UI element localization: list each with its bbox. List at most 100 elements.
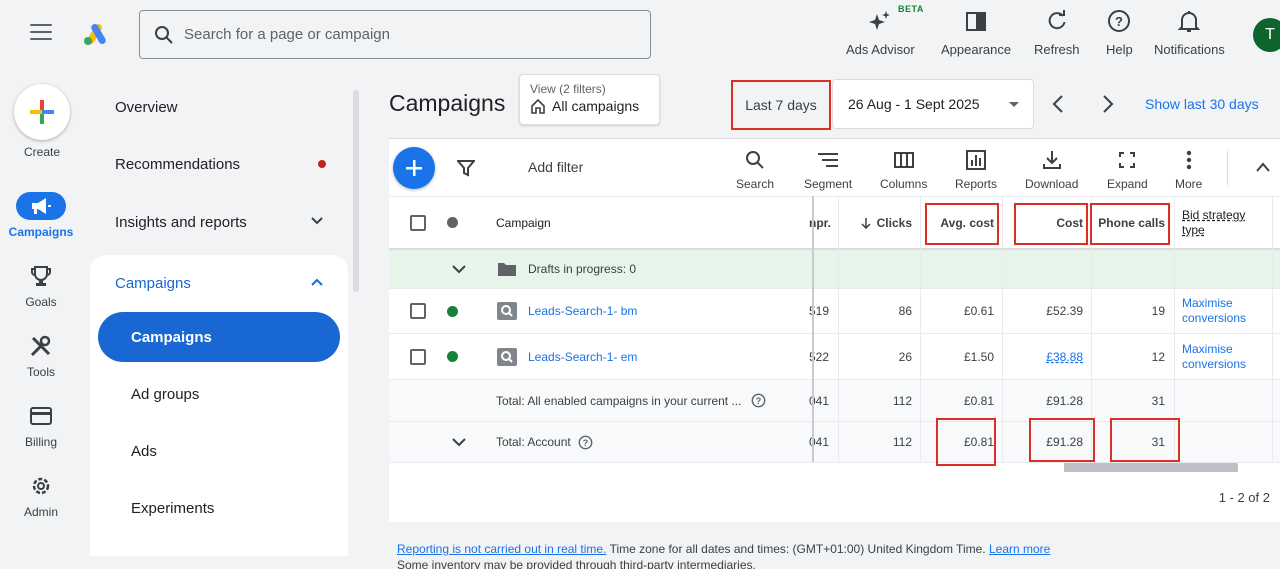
beta-badge: BETA: [898, 4, 924, 14]
search-icon: [745, 149, 765, 171]
menu-icon[interactable]: [30, 24, 52, 42]
rail-goals[interactable]: Goals: [0, 262, 82, 309]
total-account-label: Total: Account ?: [496, 422, 593, 462]
show-last-30-days-link[interactable]: Show last 30 days: [1145, 96, 1259, 112]
rail-admin[interactable]: Admin: [0, 472, 82, 519]
arrow-down-icon: [861, 217, 871, 229]
nav-child-campaigns[interactable]: Campaigns: [98, 312, 340, 362]
columns-icon: [893, 149, 914, 171]
nav-campaigns[interactable]: Campaigns: [90, 255, 348, 312]
chevron-right-icon[interactable]: [1101, 94, 1115, 114]
drafts-row[interactable]: Drafts in progress: 0: [389, 250, 1280, 289]
campaigns-table-card: Add filter Search Segment Columns Report…: [389, 138, 1280, 522]
chevron-down-icon[interactable]: [451, 422, 467, 462]
table-row[interactable]: Leads-Search-1- bm 519 86 £0.61 £52.39 1…: [389, 289, 1280, 334]
cost-cell: £52.39: [1046, 304, 1083, 318]
search-tool[interactable]: Search: [736, 149, 774, 191]
bid-strategy-cell[interactable]: Maximise conversions: [1182, 334, 1246, 379]
date-preset[interactable]: Last 7 days: [731, 80, 831, 130]
search-campaign-icon: [497, 289, 517, 333]
clicks-cell: 86: [898, 304, 912, 318]
plus-icon: [30, 100, 54, 124]
campaign-header[interactable]: Campaign: [496, 197, 551, 248]
phone-calls-cell: 12: [1151, 349, 1165, 364]
columns-tool[interactable]: Columns: [880, 149, 927, 191]
dropdown-arrow-icon: [1009, 102, 1019, 107]
bid-strategy-header[interactable]: Bid strategy type: [1182, 197, 1245, 248]
folder-icon: [497, 250, 517, 288]
row-checkbox[interactable]: [410, 334, 426, 379]
download-tool[interactable]: Download: [1025, 149, 1078, 191]
ads-advisor-button[interactable]: Ads Advisor: [846, 8, 915, 58]
google-ads-logo[interactable]: [82, 22, 110, 46]
notifications-button[interactable]: Notifications: [1154, 8, 1225, 58]
table-row[interactable]: Leads-Search-1- em 522 26 £1.50 £38.88 1…: [389, 334, 1280, 380]
highlight-box: [1110, 418, 1180, 462]
refresh-icon: [1046, 8, 1068, 34]
search-box[interactable]: Search for a page or campaign: [139, 10, 651, 59]
reports-tool[interactable]: Reports: [955, 149, 997, 191]
realtime-link[interactable]: Reporting is not carried out in real tim…: [397, 542, 606, 556]
cost-cell[interactable]: £38.88: [1004, 334, 1083, 379]
date-range-select[interactable]: 26 Aug - 1 Sept 2025: [832, 79, 1034, 129]
row-checkbox[interactable]: [410, 289, 426, 333]
avg-cost-cell: £1.50: [963, 349, 994, 364]
trophy-icon: [30, 262, 52, 290]
sidenav-scrollbar[interactable]: [352, 90, 360, 550]
highlight-box: [1090, 203, 1170, 245]
frozen-column-divider: [812, 196, 814, 462]
side-nav: Overview Recommendations Insights and re…: [90, 70, 350, 556]
reports-icon: [966, 149, 987, 171]
expand-icon: [1119, 149, 1136, 171]
nav-child-experiments[interactable]: Experiments: [98, 483, 340, 533]
table-horizontal-scrollbar[interactable]: [1064, 463, 1238, 472]
rail-tools[interactable]: Tools: [0, 332, 82, 379]
notification-dot: [318, 160, 326, 168]
refresh-button[interactable]: Refresh: [1034, 8, 1080, 58]
home-icon: [531, 98, 545, 114]
add-filter[interactable]: Add filter: [528, 159, 583, 175]
nav-overview[interactable]: Overview: [90, 79, 348, 136]
enabled-status-icon: [447, 334, 458, 379]
campaign-name-link[interactable]: Leads-Search-1- em: [528, 334, 637, 379]
drafts-label: Drafts in progress: 0: [528, 262, 637, 276]
megaphone-icon: [16, 192, 66, 220]
filter-icon[interactable]: [457, 159, 475, 177]
tools-icon: [29, 332, 53, 360]
column-divider: [1002, 196, 1003, 462]
chevron-down-icon: [311, 217, 323, 225]
segment-tool[interactable]: Segment: [804, 149, 852, 191]
expand-tool[interactable]: Expand: [1107, 149, 1148, 191]
rail-billing[interactable]: Billing: [0, 402, 82, 449]
create-button[interactable]: [14, 84, 70, 140]
rail-campaigns[interactable]: Campaigns: [0, 192, 82, 239]
avg-cost-cell: £0.81: [963, 393, 994, 408]
view-selector[interactable]: View (2 filters) All campaigns: [519, 74, 660, 125]
appearance-icon: [965, 8, 987, 34]
campaign-name-link[interactable]: Leads-Search-1- bm: [528, 289, 637, 333]
help-button[interactable]: ? Help: [1106, 8, 1133, 58]
chevron-up-icon: [311, 278, 323, 286]
chevron-down-icon[interactable]: [451, 250, 467, 288]
svg-text:?: ?: [756, 396, 762, 406]
bid-strategy-cell[interactable]: Maximise conversions: [1182, 289, 1246, 333]
nav-child-ads[interactable]: Ads: [98, 426, 340, 476]
nav-child-ad-groups[interactable]: Ad groups: [98, 369, 340, 419]
chevron-left-icon[interactable]: [1051, 94, 1065, 114]
select-all-checkbox[interactable]: [410, 197, 426, 248]
search-icon: [155, 25, 173, 44]
more-tool[interactable]: More: [1175, 149, 1202, 191]
avatar[interactable]: T: [1253, 18, 1280, 52]
help-icon[interactable]: ?: [751, 393, 766, 408]
clicks-header[interactable]: Clicks: [840, 197, 912, 248]
appearance-button[interactable]: Appearance: [941, 8, 1011, 58]
help-icon[interactable]: ?: [578, 435, 593, 450]
nav-recommendations[interactable]: Recommendations: [90, 136, 348, 193]
clicks-cell: 112: [892, 393, 912, 408]
avg-cost-cell: £0.61: [963, 304, 994, 318]
add-campaign-button[interactable]: [393, 147, 435, 189]
nav-insights-reports[interactable]: Insights and reports: [90, 194, 348, 251]
highlight-box: [1029, 418, 1095, 462]
learn-more-link[interactable]: Learn more: [989, 542, 1050, 556]
chevron-up-icon[interactable]: [1255, 161, 1271, 173]
